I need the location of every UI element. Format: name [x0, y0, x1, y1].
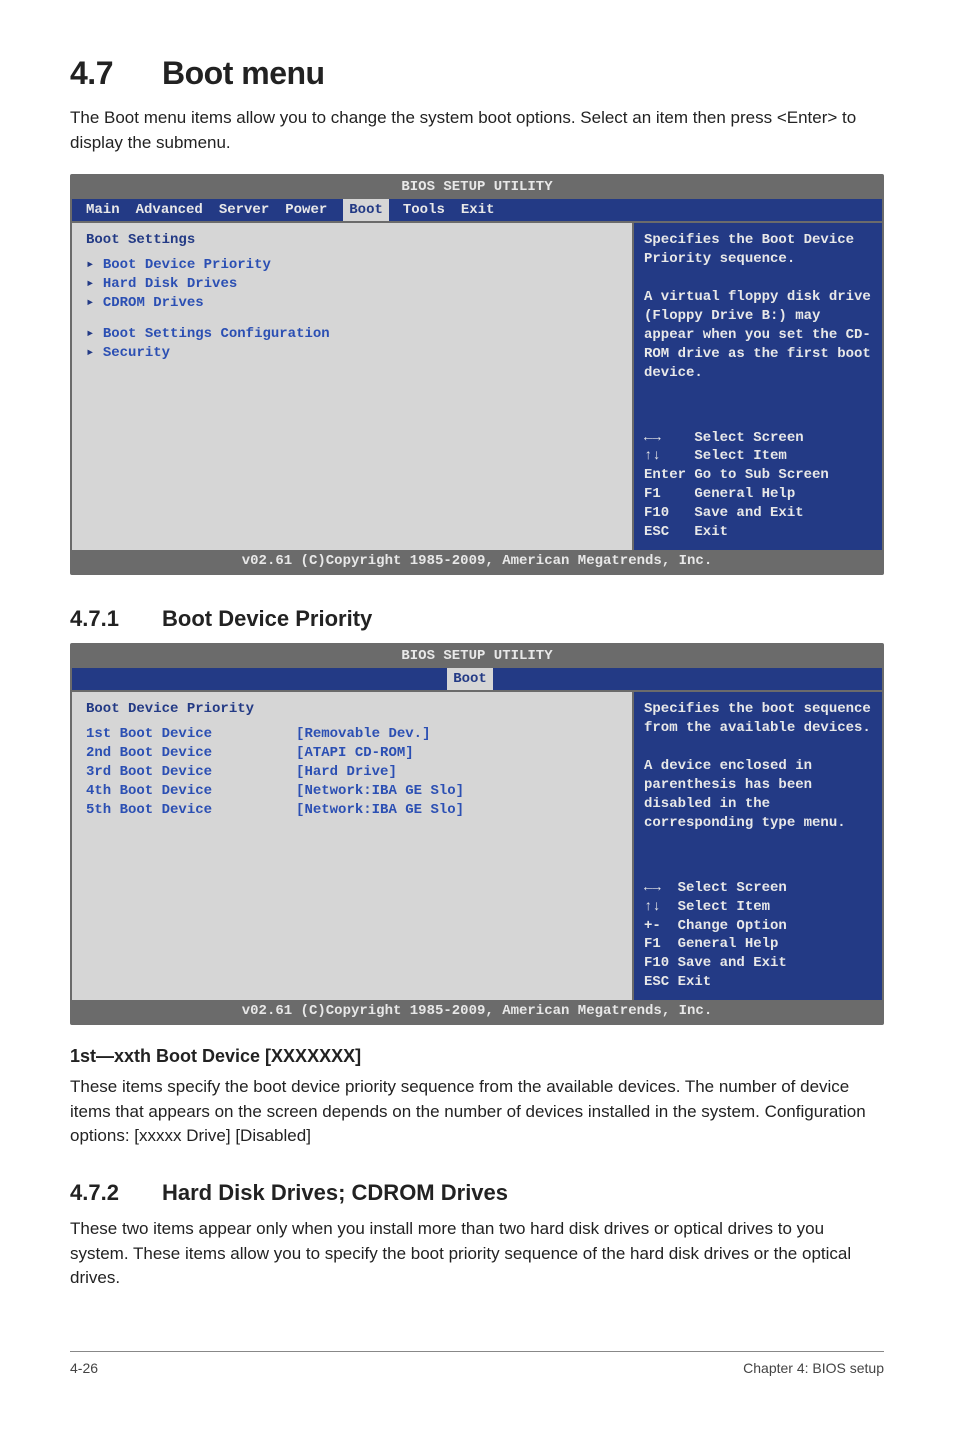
subsec-title: Hard Disk Drives; CDROM Drives — [162, 1180, 508, 1205]
boot-device-3[interactable]: 3rd Boot Device [Hard Drive] — [86, 763, 618, 782]
nav-select-item: ↑↓ Select Item — [644, 898, 872, 917]
page-number: 4-26 — [70, 1358, 98, 1378]
bios-panel-boot-settings: BIOS SETUP UTILITY Main Advanced Server … — [70, 174, 884, 575]
bios-help-text: Specifies the Boot Device Priority seque… — [644, 231, 872, 382]
subsec-title: Boot Device Priority — [162, 606, 372, 631]
nav-esc-exit: ESC Exit — [644, 523, 872, 542]
bios-footer: v02.61 (C)Copyright 1985-2009, American … — [72, 1000, 882, 1023]
boot-item-priority[interactable]: ▸ Boot Device Priority — [86, 256, 618, 275]
section-title: 4.7Boot menu — [70, 50, 884, 96]
bios-right-pane: Specifies the Boot Device Priority seque… — [632, 223, 882, 549]
tab-boot[interactable]: Boot — [343, 199, 389, 222]
subsection-471: 4.7.1Boot Device Priority — [70, 603, 884, 635]
boot-device-5[interactable]: 5th Boot Device [Network:IBA GE Slo] — [86, 801, 618, 820]
tab-power[interactable]: Power — [285, 199, 343, 222]
bios-menubar-single: Boot — [72, 668, 882, 691]
section-number: 4.7 — [70, 50, 162, 96]
nav-enter-sub: Enter Go to Sub Screen — [644, 466, 872, 485]
tab-server[interactable]: Server — [219, 199, 285, 222]
field-heading: 1st—xxth Boot Device [XXXXXXX] — [70, 1043, 884, 1069]
bios-left-title: Boot Device Priority — [86, 700, 618, 719]
boot-item-config[interactable]: ▸ Boot Settings Configuration — [86, 325, 618, 344]
bios-left-pane: Boot Settings ▸ Boot Device Priority ▸ H… — [72, 223, 632, 549]
sub2-body: These two items appear only when you ins… — [70, 1217, 884, 1291]
nav-f10-save: F10 Save and Exit — [644, 954, 872, 973]
intro-paragraph: The Boot menu items allow you to change … — [70, 106, 884, 155]
field-body: These items specify the boot device prio… — [70, 1075, 884, 1149]
bios-panel-boot-priority: BIOS SETUP UTILITY Boot Boot Device Prio… — [70, 643, 884, 1025]
boot-device-4[interactable]: 4th Boot Device [Network:IBA GE Slo] — [86, 782, 618, 801]
boot-device-1[interactable]: 1st Boot Device [Removable Dev.] — [86, 725, 618, 744]
subsec-num: 4.7.1 — [70, 603, 162, 635]
bios-utility-title: BIOS SETUP UTILITY — [72, 645, 882, 668]
tab-tools[interactable]: Tools — [403, 199, 461, 222]
bios-utility-title: BIOS SETUP UTILITY — [72, 176, 882, 199]
tab-advanced[interactable]: Advanced — [136, 199, 219, 222]
section-name: Boot menu — [162, 55, 325, 91]
tab-exit[interactable]: Exit — [461, 199, 511, 222]
boot-item-hdd[interactable]: ▸ Hard Disk Drives — [86, 275, 618, 294]
boot-item-cdrom[interactable]: ▸ CDROM Drives — [86, 294, 618, 313]
nav-f10-save: F10 Save and Exit — [644, 504, 872, 523]
subsection-472: 4.7.2Hard Disk Drives; CDROM Drives — [70, 1177, 884, 1209]
nav-esc-exit: ESC Exit — [644, 973, 872, 992]
page-footer: 4-26 Chapter 4: BIOS setup — [70, 1351, 884, 1378]
bios-menubar: Main Advanced Server Power Boot Tools Ex… — [72, 199, 882, 222]
bios-left-title: Boot Settings — [86, 231, 618, 250]
subsec-num: 4.7.2 — [70, 1177, 162, 1209]
nav-f1-help: F1 General Help — [644, 485, 872, 504]
tab-main[interactable]: Main — [86, 199, 136, 222]
chapter-label: Chapter 4: BIOS setup — [743, 1358, 884, 1378]
nav-f1-help: F1 General Help — [644, 935, 872, 954]
bios-left-pane: Boot Device Priority 1st Boot Device [Re… — [72, 692, 632, 1000]
boot-item-security[interactable]: ▸ Security — [86, 344, 618, 363]
nav-change-option: +- Change Option — [644, 917, 872, 936]
bios-footer: v02.61 (C)Copyright 1985-2009, American … — [72, 550, 882, 573]
bios-help-text: Specifies the boot sequence from the ava… — [644, 700, 872, 832]
nav-select-screen: ←→ Select Screen — [644, 429, 872, 448]
boot-device-2[interactable]: 2nd Boot Device [ATAPI CD-ROM] — [86, 744, 618, 763]
nav-select-item: ↑↓ Select Item — [644, 447, 872, 466]
tab-boot[interactable]: Boot — [447, 668, 493, 691]
bios-right-pane: Specifies the boot sequence from the ava… — [632, 692, 882, 1000]
nav-select-screen: ←→ Select Screen — [644, 879, 872, 898]
